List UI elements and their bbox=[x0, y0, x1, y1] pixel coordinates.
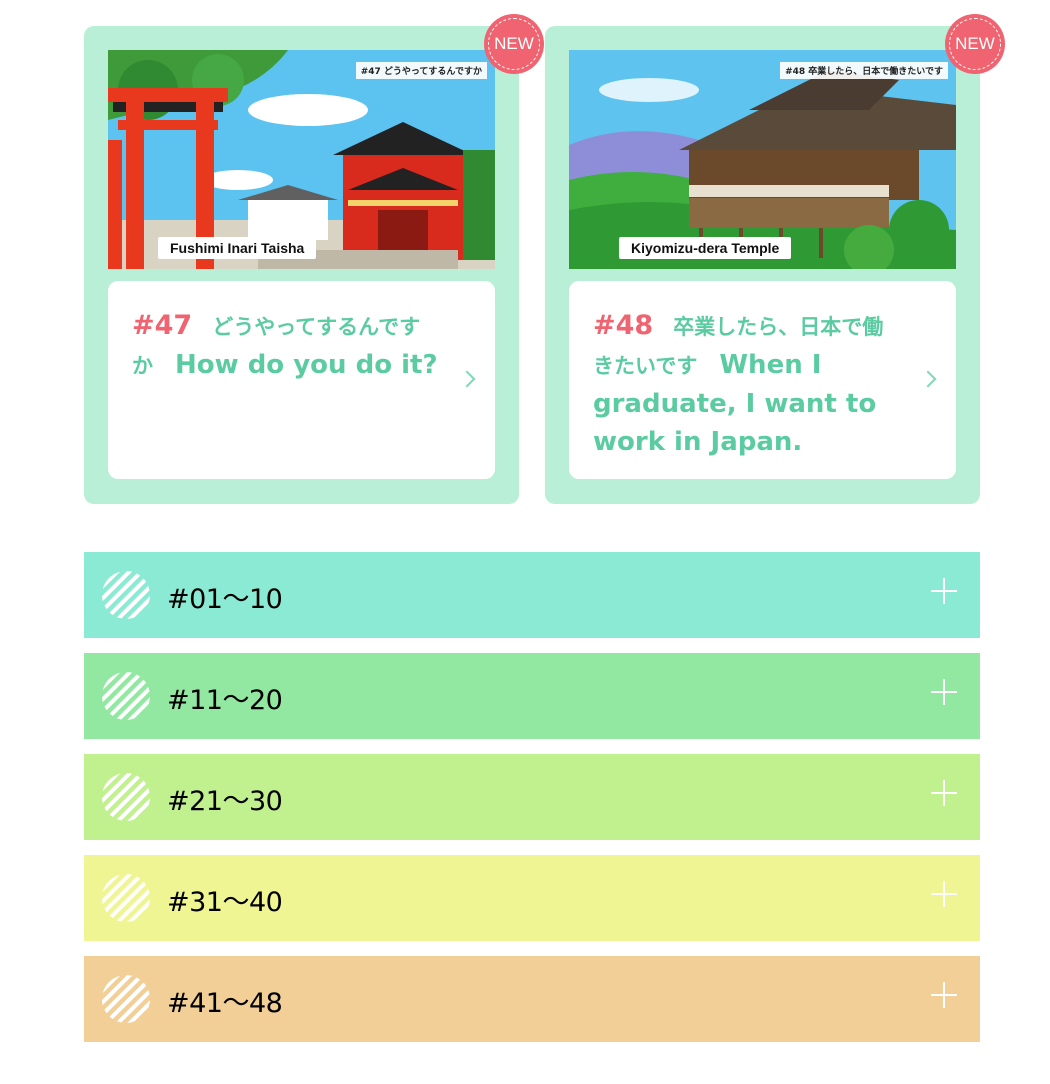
plus-icon[interactable] bbox=[931, 780, 957, 806]
accordion-41-48[interactable]: #41〜48 bbox=[84, 956, 980, 1042]
episode-title[interactable]: #47 どうやってするんですか How do you do it? bbox=[132, 307, 439, 385]
striped-circle-icon bbox=[102, 672, 150, 720]
new-badge: NEW bbox=[945, 14, 1005, 74]
thumbnail-caption: Fushimi Inari Taisha bbox=[158, 237, 317, 259]
thumbnail-header-text: #47 どうやってするんですか bbox=[355, 62, 487, 79]
striped-circle-icon bbox=[102, 571, 150, 619]
episode-card-47[interactable]: #47 どうやってするんですか Fushimi Inari Taisha #47… bbox=[84, 14, 544, 504]
plus-icon[interactable] bbox=[931, 679, 957, 705]
thumbnail-header-text: #48 卒業したら、日本で働きたいです bbox=[780, 62, 948, 79]
plus-icon[interactable] bbox=[931, 881, 957, 907]
striped-circle-icon bbox=[102, 773, 150, 821]
episode-number: #48 bbox=[593, 310, 654, 341]
accordion-11-20[interactable]: #11〜20 bbox=[84, 653, 980, 739]
episode-title-en: How do you do it? bbox=[175, 350, 438, 380]
plus-icon[interactable] bbox=[931, 982, 957, 1008]
striped-circle-icon bbox=[102, 975, 150, 1023]
episode-thumbnail[interactable]: #48 卒業したら、日本で働きたいです Kiyomizu-dera Temple bbox=[569, 50, 956, 269]
accordion-01-10[interactable]: #01〜10 bbox=[84, 552, 980, 638]
striped-circle-icon bbox=[102, 874, 150, 922]
thumbnail-caption: Kiyomizu-dera Temple bbox=[619, 237, 792, 259]
episode-title[interactable]: #48 卒業したら、日本で働きたいです When I graduate, I wan… bbox=[593, 307, 900, 461]
accordion-label: #41〜48 bbox=[167, 988, 283, 1019]
accordion-label: #31〜40 bbox=[167, 887, 283, 918]
episode-title-box[interactable]: #47 どうやってするんですか How do you do it? bbox=[108, 281, 495, 479]
episode-thumbnail[interactable]: #47 どうやってするんですか Fushimi Inari Taisha bbox=[108, 50, 495, 269]
accordion-label: #21〜30 bbox=[167, 786, 283, 817]
accordion-31-40[interactable]: #31〜40 bbox=[84, 855, 980, 941]
accordion-label: #11〜20 bbox=[167, 685, 283, 716]
accordion-21-30[interactable]: #21〜30 bbox=[84, 754, 980, 840]
accordion-label: #01〜10 bbox=[167, 584, 283, 615]
episode-number: #47 bbox=[132, 310, 193, 341]
new-badge-label: NEW bbox=[494, 34, 534, 53]
new-badge-label: NEW bbox=[955, 34, 995, 53]
chevron-right-icon[interactable] bbox=[919, 370, 937, 388]
plus-icon[interactable] bbox=[931, 578, 957, 604]
episode-card-48[interactable]: #48 卒業したら、日本で働きたいです Kiyomizu-dera Temple… bbox=[545, 14, 1005, 504]
chevron-right-icon[interactable] bbox=[458, 370, 476, 388]
new-badge: NEW bbox=[484, 14, 544, 74]
episode-title-box[interactable]: #48 卒業したら、日本で働きたいです When I graduate, I wan… bbox=[569, 281, 956, 479]
